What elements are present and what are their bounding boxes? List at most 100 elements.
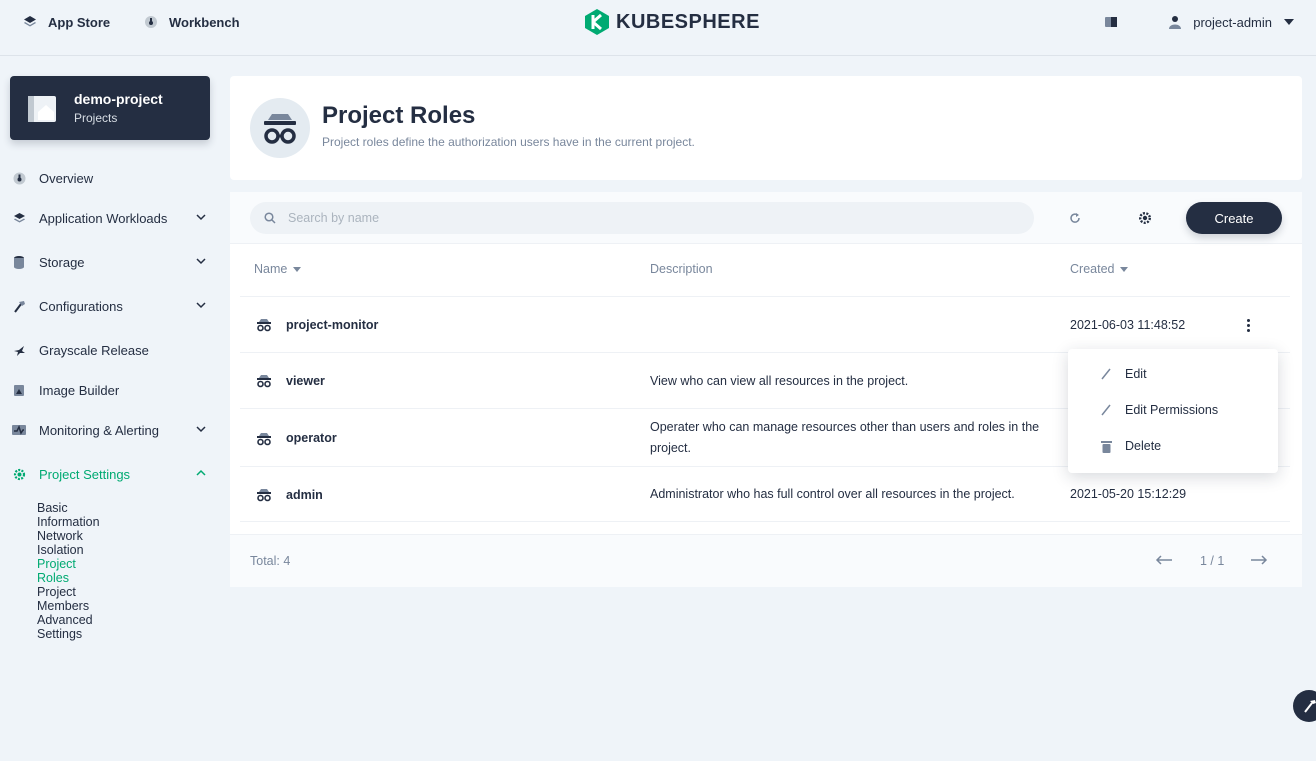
role-name[interactable]: operator bbox=[286, 431, 337, 445]
chevron-down-icon bbox=[196, 302, 206, 309]
app-store-label: App Store bbox=[48, 14, 111, 30]
logo-text: KUBESPHERE bbox=[616, 10, 760, 33]
role-description: View who can view all resources in the p… bbox=[650, 374, 909, 388]
sidebar-item-project-settings[interactable]: Project Settings bbox=[12, 464, 212, 484]
overview-icon bbox=[12, 171, 26, 185]
column-header-description: Description bbox=[650, 262, 713, 276]
database-icon bbox=[12, 255, 26, 269]
hammer-icon bbox=[1304, 700, 1316, 713]
total-count: Total: 4 bbox=[250, 554, 291, 568]
column-header-created[interactable]: Created bbox=[1070, 262, 1129, 276]
refresh-button[interactable] bbox=[1065, 208, 1085, 228]
sidebar-item-label: Image Builder bbox=[39, 382, 120, 398]
role-icon bbox=[257, 319, 271, 332]
refresh-icon bbox=[1070, 213, 1080, 223]
workbench-link[interactable]: Workbench bbox=[143, 0, 240, 44]
search-input[interactable] bbox=[288, 211, 988, 225]
settings-button[interactable] bbox=[1135, 208, 1155, 228]
role-created: 2021-06-03 11:48:52 bbox=[1070, 318, 1186, 332]
user-menu[interactable]: project-admin bbox=[1169, 0, 1294, 44]
workbench-label: Workbench bbox=[169, 14, 240, 30]
gear-icon bbox=[1138, 211, 1152, 225]
menu-item-label: Edit Permissions bbox=[1125, 403, 1219, 417]
role-description: Administrator who has full control over … bbox=[650, 487, 1015, 501]
user-icon bbox=[1169, 15, 1182, 29]
role-icon bbox=[257, 433, 271, 446]
role-description-line: project. bbox=[650, 441, 691, 455]
sidebar-item-grayscale-release[interactable]: Grayscale Release bbox=[12, 340, 212, 360]
sidebar-subitem-project-members[interactable]: Project Members bbox=[37, 585, 89, 613]
sidebar-item-monitoring-alerting[interactable]: Monitoring & Alerting bbox=[12, 420, 212, 440]
gear-icon bbox=[12, 467, 26, 481]
more-icon[interactable] bbox=[1241, 315, 1255, 335]
sidebar-item-overview[interactable]: Overview bbox=[12, 168, 212, 188]
sidebar-item-application-workloads[interactable]: Application Workloads bbox=[12, 208, 212, 228]
monitor-icon bbox=[12, 423, 26, 437]
page-indicator: 1 / 1 bbox=[1200, 554, 1225, 568]
trash-icon bbox=[1100, 440, 1112, 453]
role-name[interactable]: viewer bbox=[286, 374, 325, 388]
table-footer: Total: 4 1 / 1 bbox=[230, 534, 1302, 587]
sidebar-item-storage[interactable]: Storage bbox=[12, 252, 212, 272]
sidebar-item-image-builder[interactable]: Image Builder bbox=[12, 380, 212, 400]
create-button[interactable]: Create bbox=[1186, 202, 1282, 234]
chevron-down-icon bbox=[196, 426, 206, 433]
bird-icon bbox=[12, 343, 26, 357]
sort-caret-icon bbox=[1120, 266, 1129, 272]
role-name[interactable]: admin bbox=[286, 488, 323, 502]
project-icon bbox=[26, 92, 58, 124]
role-name[interactable]: project-monitor bbox=[286, 318, 378, 332]
sidebar-subitem-basic-information[interactable]: Basic Information bbox=[37, 501, 100, 529]
next-page-icon[interactable] bbox=[1250, 554, 1268, 569]
table-toolbar: Create bbox=[230, 192, 1302, 244]
role-icon bbox=[250, 98, 310, 158]
sidebar-item-label: Project Settings bbox=[39, 466, 131, 482]
sidebar-item-label: Overview bbox=[39, 170, 94, 186]
toolbox-button[interactable] bbox=[1293, 690, 1316, 722]
column-header-label: Created bbox=[1070, 262, 1115, 276]
kubesphere-logo-icon bbox=[585, 9, 609, 35]
top-bar: App Store Workbench KUBESPHERE project-a… bbox=[0, 0, 1316, 56]
layers-icon bbox=[12, 211, 26, 225]
column-header-name[interactable]: Name bbox=[254, 262, 302, 276]
sidebar-item-label: Application Workloads bbox=[39, 210, 168, 226]
prev-page-icon[interactable] bbox=[1155, 554, 1173, 569]
chevron-up-icon bbox=[196, 469, 206, 476]
role-created: 2021-05-20 15:12:29 bbox=[1070, 487, 1187, 501]
menu-item-edit-permissions[interactable]: Edit Permissions bbox=[1100, 400, 1218, 420]
layers-icon bbox=[22, 14, 38, 30]
pen-icon bbox=[1100, 368, 1112, 380]
project-type: Projects bbox=[74, 111, 118, 125]
sidebar-item-configurations[interactable]: Configurations bbox=[12, 296, 212, 316]
app-store-link[interactable]: App Store bbox=[22, 0, 110, 44]
chevron-down-icon bbox=[196, 258, 206, 265]
page-description: Project roles define the authorization u… bbox=[322, 135, 695, 149]
hammer-icon bbox=[12, 299, 26, 313]
user-name: project-admin bbox=[1193, 14, 1272, 30]
project-name: demo-project bbox=[74, 91, 163, 107]
table-row[interactable]: admin Administrator who has full control… bbox=[240, 466, 1290, 522]
page-title: Project Roles bbox=[322, 102, 476, 129]
role-icon bbox=[257, 489, 271, 502]
kubesphere-logo[interactable]: KUBESPHERE bbox=[584, 8, 760, 36]
caret-down-icon bbox=[1284, 19, 1294, 25]
sidebar-subitem-project-roles[interactable]: Project Roles bbox=[37, 557, 76, 585]
sidebar-item-label: Monitoring & Alerting bbox=[39, 422, 159, 438]
sidebar-item-label: Grayscale Release bbox=[39, 342, 149, 358]
search-box[interactable] bbox=[250, 202, 1034, 234]
search-icon bbox=[264, 212, 276, 224]
menu-item-edit[interactable]: Edit bbox=[1100, 364, 1147, 384]
role-icon bbox=[257, 375, 271, 388]
docs-icon[interactable] bbox=[1101, 12, 1121, 32]
sidebar-item-label: Storage bbox=[39, 254, 85, 270]
image-builder-icon bbox=[12, 383, 26, 397]
page-header: Project Roles Project roles define the a… bbox=[230, 76, 1302, 180]
sidebar-subitem-network-isolation[interactable]: Network Isolation bbox=[37, 529, 84, 557]
chevron-down-icon bbox=[196, 214, 206, 221]
sidebar-subitem-advanced-settings[interactable]: Advanced Settings bbox=[37, 613, 93, 641]
menu-item-label: Delete bbox=[1125, 439, 1162, 453]
menu-item-delete[interactable]: Delete bbox=[1100, 436, 1161, 456]
project-card[interactable]: demo-project Projects bbox=[10, 76, 210, 140]
sidebar-item-label: Configurations bbox=[39, 298, 123, 314]
table-row[interactable]: project-monitor 2021-06-03 11:48:52 bbox=[240, 296, 1290, 352]
